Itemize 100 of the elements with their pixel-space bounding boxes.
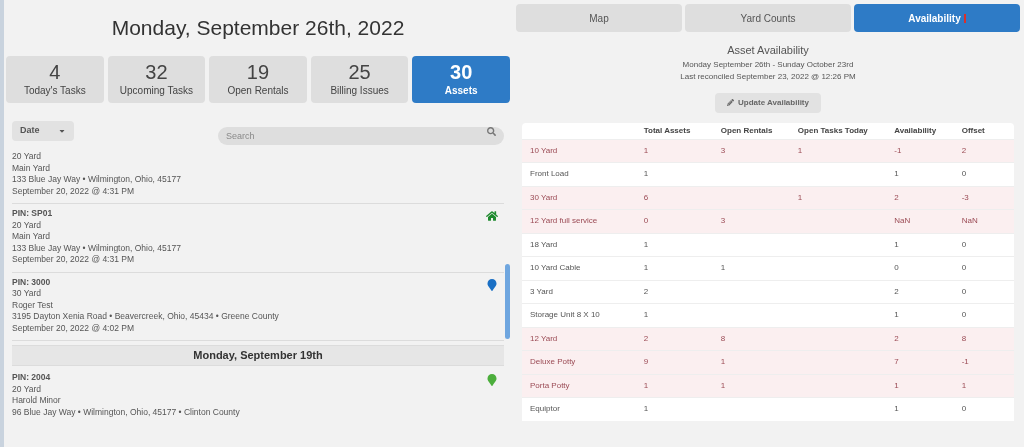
table-cell: 8: [720, 333, 726, 343]
table-cell: 2: [961, 145, 967, 155]
pin-label: PIN: SP01: [12, 208, 54, 220]
caret-icon: [58, 127, 66, 135]
table-cell: Equiptor: [530, 404, 560, 414]
task-line: 20 Yard: [12, 151, 42, 163]
table-cell: 2: [894, 286, 899, 296]
table-cell: 1: [720, 357, 726, 367]
reconciled-text: Last reconciled September 23, 2022 @ 12:26 PM: [680, 70, 856, 83]
panel-title: Asset Availability: [727, 43, 809, 58]
table-cell: 1: [894, 239, 899, 249]
task-line: Main Yard: [12, 162, 51, 174]
table-cell: 2: [643, 333, 649, 343]
stat-tile[interactable]: 19 Open Rentals: [209, 56, 307, 103]
table-cell: 0: [961, 310, 967, 320]
table-cell: 1: [643, 169, 649, 179]
task-item[interactable]: PIN: 2004 20 Yard Harold Minor 96 Blue Jay Way • Wilmington, Ohio, 45177 • Clinton County: [12, 370, 504, 424]
table-cell: 18 Yard: [530, 239, 558, 249]
table-cell: 3 Yard: [530, 286, 553, 296]
tab[interactable]: Map: [516, 4, 682, 32]
search-icon: [487, 126, 496, 136]
task-line: 133 Blue Jay Way • Wilmington, Ohio, 45177: [12, 242, 182, 254]
table-cell: 1: [643, 310, 649, 320]
column-header: Availability: [894, 125, 937, 135]
table-cell: 1: [894, 310, 899, 320]
table-cell: 0: [961, 263, 967, 273]
table-cell: 1: [643, 239, 649, 249]
table-cell: 0: [961, 404, 967, 414]
column-header: Open Tasks Today: [797, 125, 868, 135]
task-line: September 20, 2022 @ 4:31 PM: [12, 254, 136, 266]
table-cell: -3: [961, 192, 969, 202]
table-cell: 10 Yard: [530, 145, 558, 155]
table-cell: 1: [961, 380, 967, 390]
stat-tile[interactable]: 25 Billing Issues: [310, 56, 409, 103]
tab[interactable]: Yard Counts: [685, 4, 851, 32]
task-line: 133 Blue Jay Way • Wilmington, Ohio, 45177: [12, 174, 182, 186]
sort-dropdown[interactable]: Date: [12, 121, 74, 141]
table-cell: 1: [797, 192, 803, 202]
table-cell: 1: [643, 263, 649, 273]
table-cell: 1: [643, 145, 649, 155]
task-item[interactable]: PIN: SP01 20 Yard Main Yard 133 Blue Jay Way • Wilmington, Ohio, 45177 September 20, 2022 @ 4:31 PM: [12, 206, 504, 273]
table-cell: 1: [720, 380, 726, 390]
table-cell: 2: [894, 333, 899, 343]
table-cell: -1: [961, 357, 969, 367]
tab[interactable]: Availability: [854, 4, 1020, 32]
task-line: September 20, 2022 @ 4:02 PM: [12, 322, 136, 334]
pencil-icon: [727, 99, 734, 106]
table-cell: 1: [894, 169, 899, 179]
table-cell: 1: [643, 404, 649, 414]
table-cell: 6: [643, 192, 649, 202]
date-range: Monday September 26th - Sunday October 23rd: [682, 58, 854, 71]
column-header: Offset: [961, 125, 985, 135]
table-cell: NaN: [894, 216, 911, 226]
task-line: 3195 Dayton Xenia Road • Beavercreek, Ohio, 45434 • Greene County: [12, 311, 280, 323]
date-title: Monday, September 26th, 2022: [111, 15, 405, 42]
table-cell: 2: [643, 286, 649, 296]
task-line: Roger Test: [12, 299, 54, 311]
table-cell: 2: [894, 192, 899, 202]
stat-tile[interactable]: 30 Assets: [412, 56, 510, 103]
stat-tile[interactable]: 32 Upcoming Tasks: [107, 56, 206, 103]
table-cell: 9: [643, 357, 649, 367]
task-line: Harold Minor: [12, 395, 62, 407]
table-cell: Front Load: [530, 169, 569, 179]
table-cell: 8: [961, 333, 967, 343]
table-cell: 0: [961, 286, 967, 296]
table-cell: 1: [894, 380, 899, 390]
table-cell: 12 Yard full service: [530, 216, 598, 226]
table-cell: Deluxe Potty: [530, 357, 576, 367]
task-line: September 20, 2022 @ 4:31 PM: [12, 185, 136, 197]
column-header: Open Rentals: [720, 125, 773, 135]
task-line: 20 Yard: [12, 383, 42, 395]
task-line: Main Yard: [12, 231, 51, 243]
column-header: Total Assets: [643, 125, 691, 135]
table-cell: 3: [720, 145, 726, 155]
table-cell: 3: [720, 216, 726, 226]
search-field[interactable]: Search: [218, 127, 504, 145]
table-cell: 7: [894, 357, 899, 367]
table-cell: 10 Yard Cable: [530, 263, 581, 273]
table-cell: 0: [643, 216, 649, 226]
table-cell: 1: [643, 380, 649, 390]
task-line: 96 Blue Jay Way • Wilmington, Ohio, 45177 • Clinton County: [12, 406, 241, 418]
pin-label: PIN: 2004: [12, 372, 52, 384]
task-line: 30 Yard: [12, 288, 42, 300]
pin-label: PIN: 3000: [12, 276, 52, 288]
table-cell: 1: [894, 404, 899, 414]
task-item[interactable]: 20 Yard Main Yard 133 Blue Jay Way • Wilmington, Ohio, 45177 September 20, 2022 @ 4:31 PM: [12, 149, 504, 204]
table-cell: Storage Unit 8 X 10: [530, 310, 600, 320]
table-cell: 0: [961, 169, 967, 179]
task-item[interactable]: PIN: 3000 30 Yard Roger Test 3195 Dayton Xenia Road • Beavercreek, Ohio, 45434 • Greene County September 20, 2022 @ 4:02 PM: [12, 274, 504, 341]
table-cell: NaN: [961, 216, 978, 226]
stat-tile[interactable]: 4 Today's Tasks: [6, 56, 104, 103]
table-cell: 30 Yard: [530, 192, 558, 202]
table-cell: 0: [894, 263, 899, 273]
task-line: 20 Yard: [12, 219, 42, 231]
table-cell: 1: [720, 263, 726, 273]
table-cell: 1: [797, 145, 803, 155]
table-cell: Porta Potty: [530, 380, 570, 390]
table-cell: 12 Yard: [530, 333, 558, 343]
table-cell: -1: [894, 145, 902, 155]
update-button[interactable]: Update Availability: [715, 92, 821, 113]
